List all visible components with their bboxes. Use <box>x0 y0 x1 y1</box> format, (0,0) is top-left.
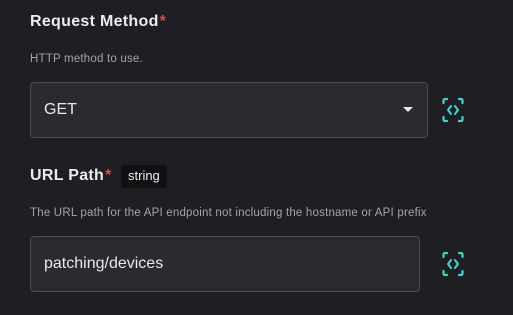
request-method-label: Request Method* <box>30 13 166 31</box>
dropdown-caret-icon <box>403 107 413 112</box>
url-path-input[interactable]: patching/devices <box>30 236 420 292</box>
url-path-help-text: The URL path for the API endpoint not in… <box>30 207 427 219</box>
url-path-input-value: patching/devices <box>44 255 164 272</box>
request-method-code-toggle[interactable] <box>442 97 464 123</box>
required-asterisk: * <box>159 13 167 30</box>
required-asterisk: * <box>105 167 112 184</box>
url-path-code-toggle[interactable] <box>442 251 464 277</box>
request-method-selected-value: GET <box>44 101 77 118</box>
type-badge: string <box>121 165 167 188</box>
request-method-help-text: HTTP method to use. <box>30 53 143 65</box>
request-method-label-text: Request Method <box>30 13 159 30</box>
url-path-label-text: URL Path <box>30 167 105 184</box>
code-brackets-icon <box>442 251 464 277</box>
url-path-label: URL Path* <box>30 167 112 185</box>
request-method-select[interactable]: GET <box>30 82 428 138</box>
code-brackets-icon <box>442 97 464 123</box>
